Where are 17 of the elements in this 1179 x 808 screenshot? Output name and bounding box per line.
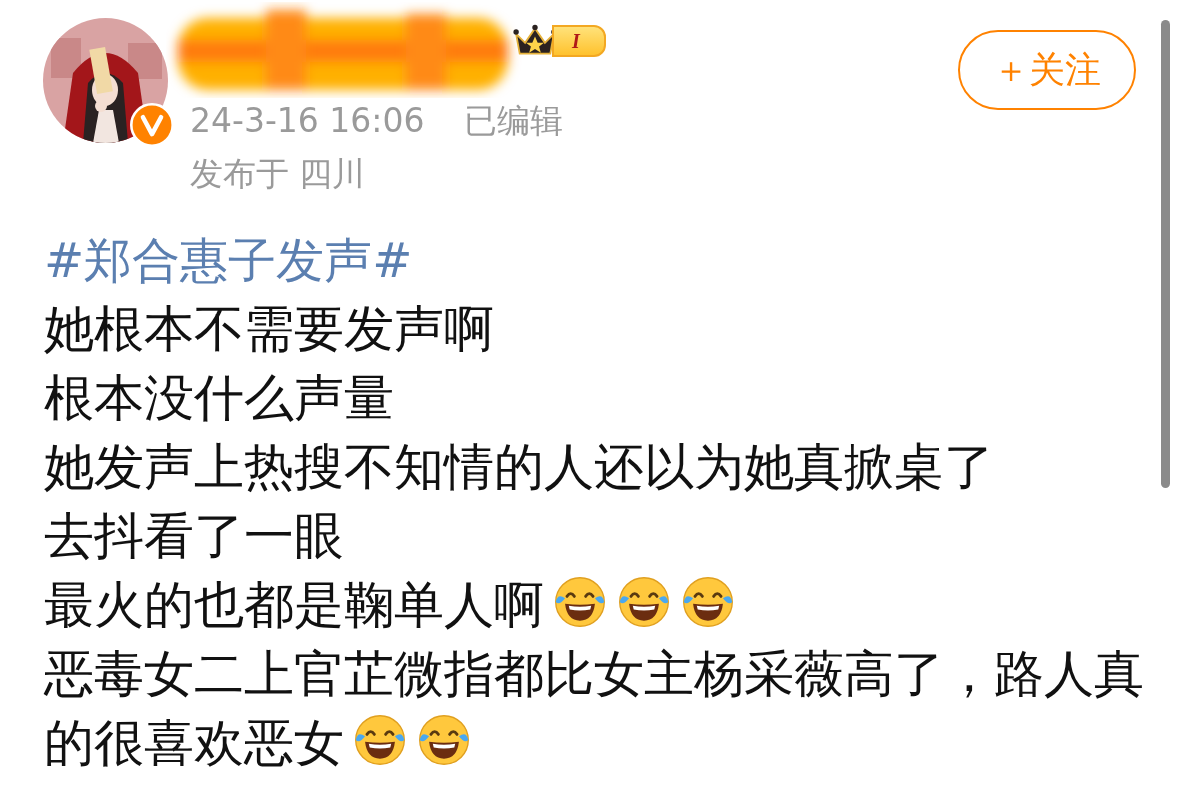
hashtag-link[interactable]: #郑合惠子发声# [44,226,413,295]
laughing-crying-icon [352,712,408,768]
follow-button[interactable]: ＋关注 [958,30,1136,110]
laughing-crying-icon [616,574,672,630]
laughing-crying-icon [552,574,608,630]
edited-label: 已编辑 [464,101,564,140]
post-text: 她发声上热搜不知情的人还以为她真掀桌了 [44,437,995,498]
post-text: 恶毒女二上官芷微指都比女主杨采薇高了，路人真的很喜欢恶女 [44,644,1145,774]
post-location: 发布于 四川 [190,153,367,195]
post-time: 24-3-16 16:06 [190,101,425,140]
post-text: 她根本不需要发声啊 [44,299,495,360]
scrollbar[interactable] [1161,20,1170,488]
laughing-crying-icon [680,574,736,630]
laughing-crying-icon [416,712,472,768]
post-text: 去抖看了一眼 [44,506,345,567]
post-text: 最火的也都是鞠单人啊 [44,571,1164,640]
post-text: 根本没什么声量 [44,368,395,429]
